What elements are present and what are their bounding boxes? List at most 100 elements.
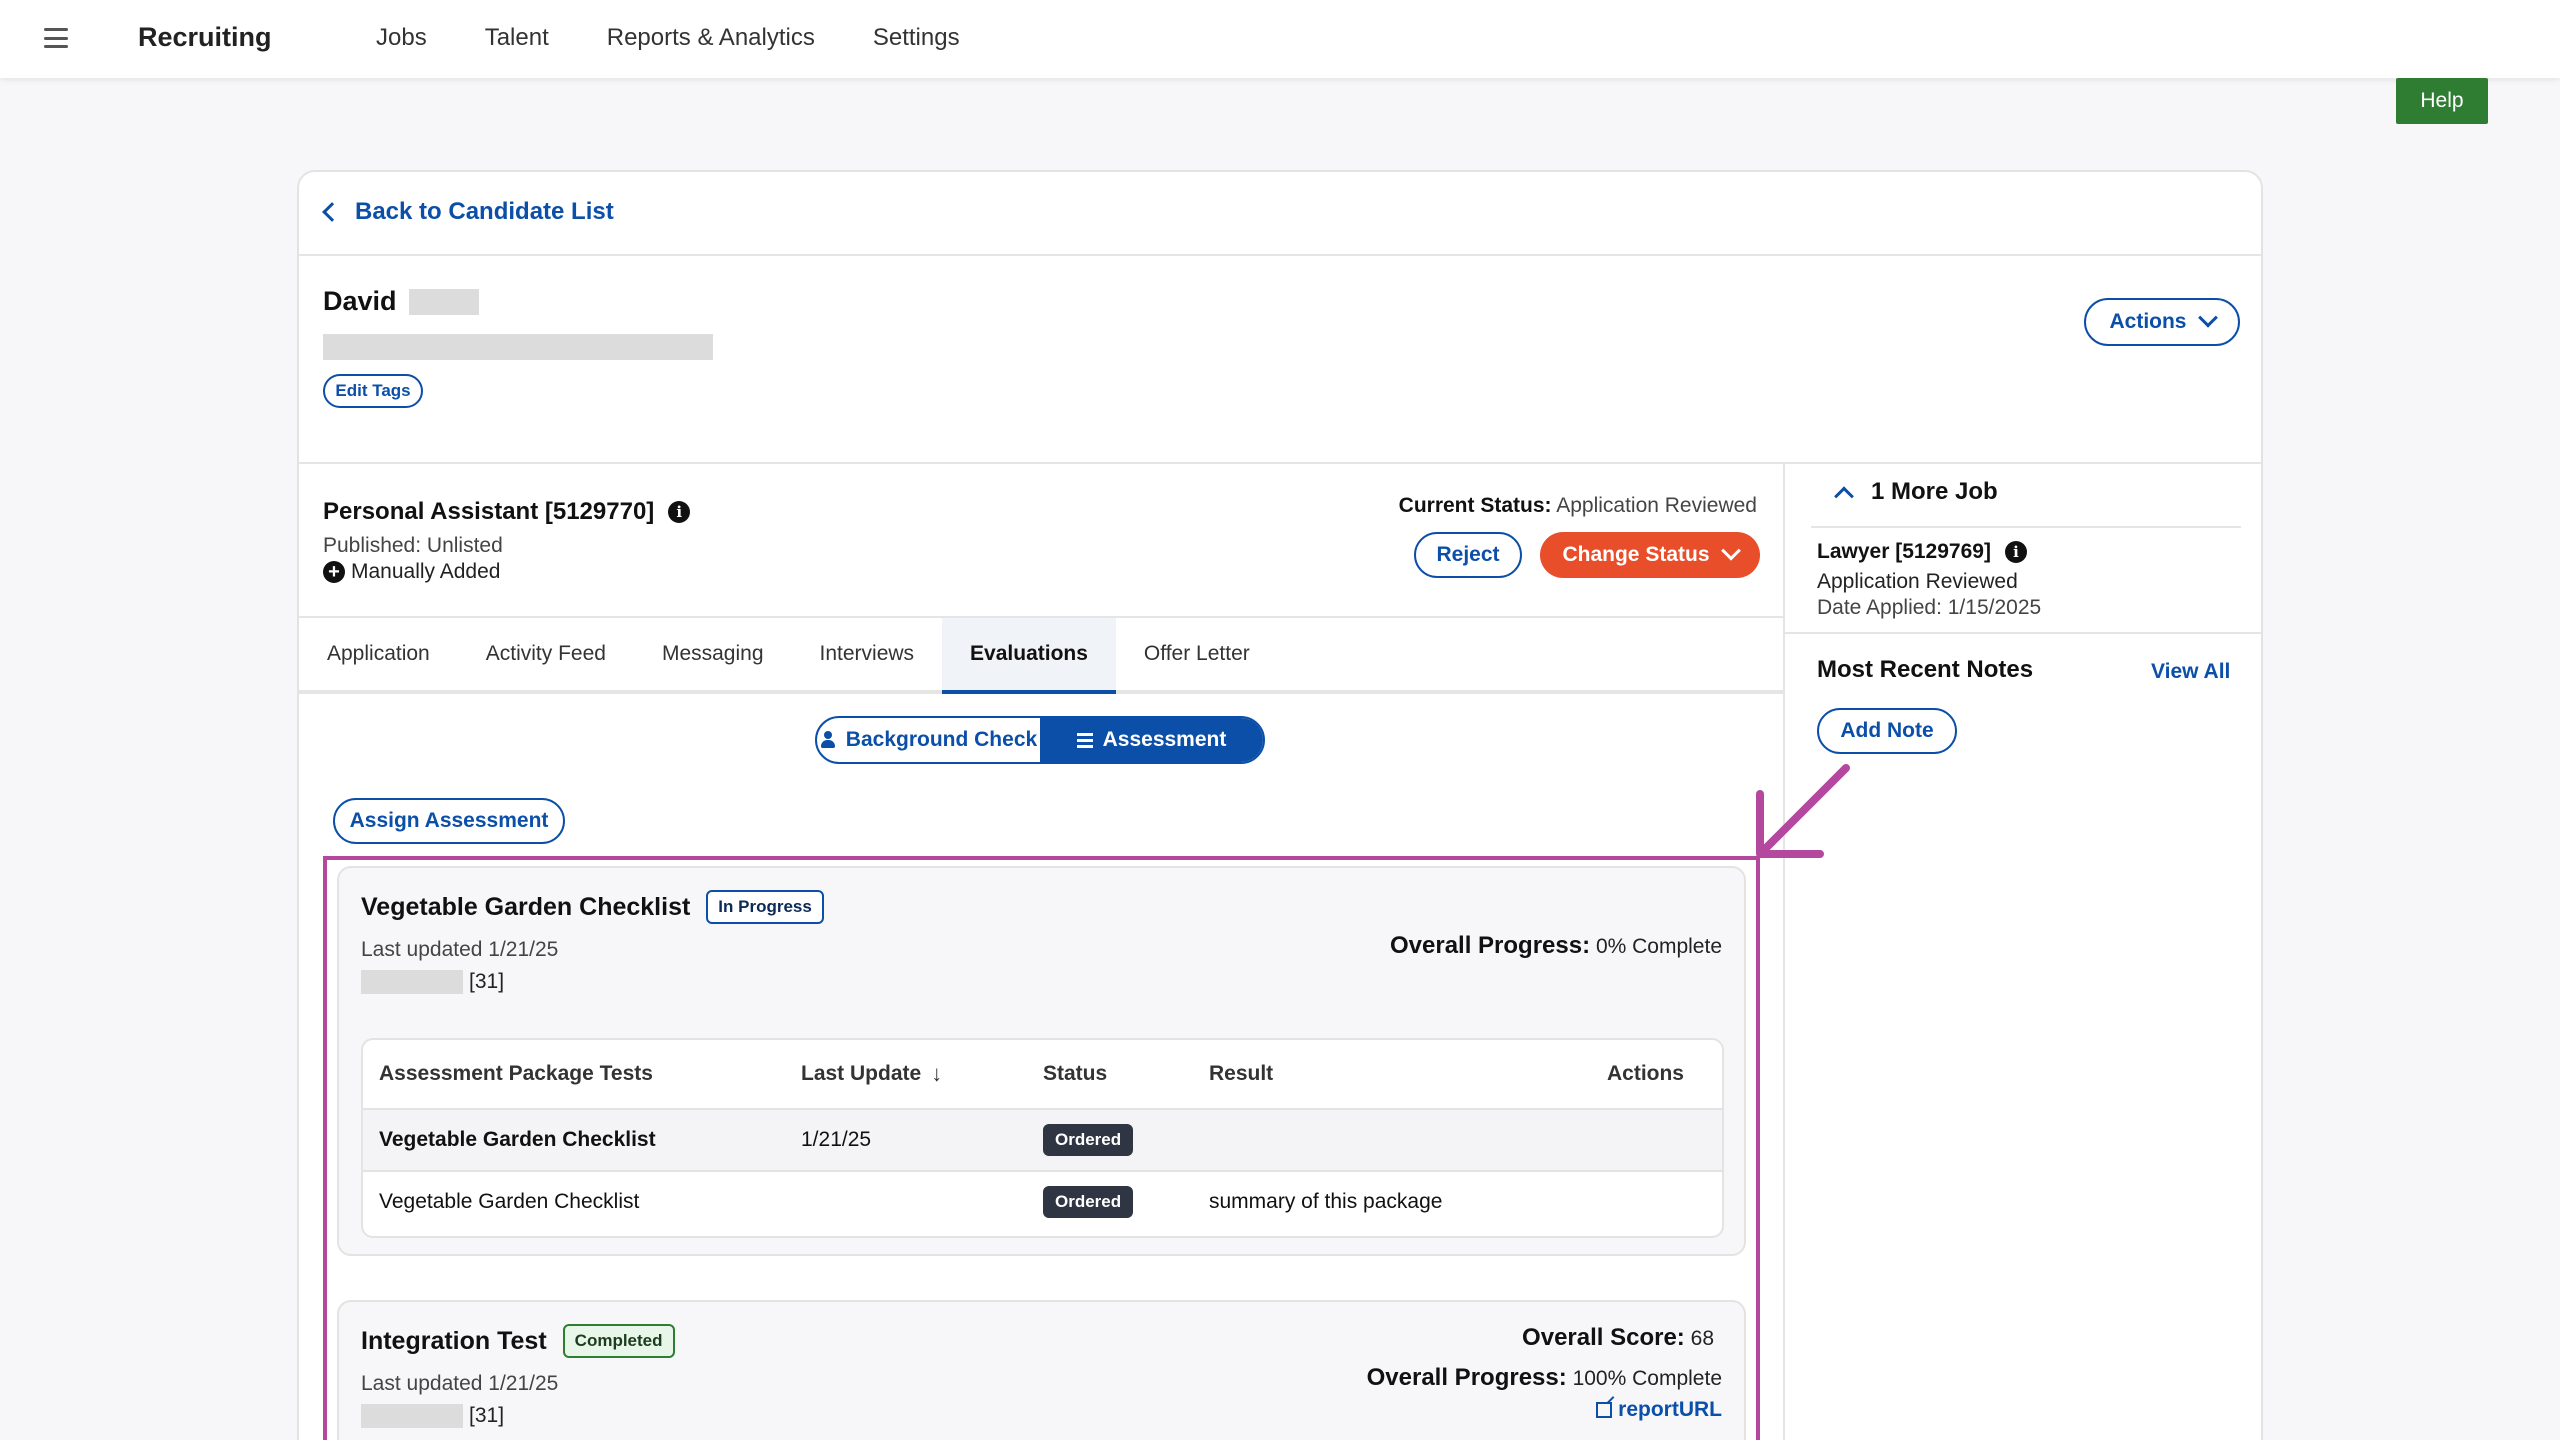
table-row[interactable]: Vegetable Garden Checklist Ordered summa… <box>363 1170 1722 1232</box>
actions-dropdown-button[interactable]: Actions <box>2084 298 2240 346</box>
current-status: Current Status: Application Reviewed <box>1399 494 1757 518</box>
other-job-title-text: Lawyer [5129769] <box>1817 540 1991 563</box>
sidebar-divider <box>1785 632 2261 634</box>
top-navigation-bar: Recruiting Jobs Talent Reports & Analyti… <box>0 0 2560 78</box>
info-icon[interactable]: i <box>2004 541 2027 563</box>
col-header-tests: Assessment Package Tests <box>379 1062 653 1085</box>
col-header-status: Status <box>1043 1062 1108 1085</box>
external-link-icon <box>1596 1402 1613 1418</box>
status-badge: In Progress <box>706 890 824 924</box>
sort-arrow-down-icon: ↓ <box>931 1061 943 1086</box>
main-nav: Jobs Talent Reports & Analytics Settings <box>376 24 960 52</box>
overall-score: Overall Score: 68 <box>1522 1324 1714 1352</box>
manually-added-label: Manually Added <box>351 560 501 583</box>
last-updated: Last updated 1/21/25 <box>361 938 559 961</box>
overall-progress-value: 0% Complete <box>1595 935 1722 958</box>
candidate-tabs: Application Activity Feed Messaging Inte… <box>299 618 1783 694</box>
assign-assessment-button[interactable]: Assign Assessment <box>333 798 565 844</box>
plus-circle-icon: + <box>323 561 345 583</box>
other-job-status: Application Reviewed <box>1817 570 2018 593</box>
more-jobs-toggle[interactable]: 1 More Job <box>1834 478 1998 507</box>
test-result: summary of this package <box>1209 1190 1443 1213</box>
overall-progress-label: Overall Progress: <box>1366 1364 1567 1391</box>
change-status-label: Change Status <box>1562 543 1710 566</box>
assessment-title: Vegetable Garden Checklist In Progress <box>361 890 824 924</box>
header-divider <box>299 462 2261 464</box>
tab-interviews[interactable]: Interviews <box>792 618 943 690</box>
annotation-arrow-icon <box>1756 764 1850 858</box>
col-header-result: Result <box>1209 1062 1274 1085</box>
sidebar-divider <box>1811 526 2241 528</box>
assessment-title: Integration Test Completed <box>361 1324 675 1358</box>
chevron-down-icon <box>1720 540 1741 561</box>
report-url-link[interactable]: reportURL <box>1596 1398 1722 1422</box>
table-row[interactable]: Vegetable Garden Checklist 1/21/25 Order… <box>363 1108 1722 1170</box>
chevron-left-icon <box>322 202 342 222</box>
nav-reports-analytics[interactable]: Reports & Analytics <box>607 24 815 52</box>
assessments-highlight-box: Vegetable Garden Checklist In Progress L… <box>323 856 1760 1440</box>
view-all-notes-link[interactable]: View All <box>2151 660 2230 684</box>
overall-score-value: 68 <box>1690 1327 1714 1350</box>
tab-messaging[interactable]: Messaging <box>634 618 792 690</box>
status-badge: Ordered <box>1043 1186 1134 1218</box>
reject-button[interactable]: Reject <box>1414 532 1522 578</box>
last-updated: Last updated 1/21/25 <box>361 1372 559 1395</box>
tab-offer-letter[interactable]: Offer Letter <box>1116 618 1278 690</box>
job-title-text: Personal Assistant [5129770] <box>323 498 655 525</box>
background-check-label: Background Check <box>845 728 1038 751</box>
assessment-label: Assessment <box>1102 728 1227 751</box>
overall-progress: Overall Progress: 0% Complete <box>1390 932 1722 960</box>
list-icon <box>1076 732 1093 748</box>
assessment-panel-vegetable-garden: Vegetable Garden Checklist In Progress L… <box>337 866 1746 1256</box>
test-name: Vegetable Garden Checklist <box>379 1190 640 1213</box>
owner-suffix: [31] <box>469 1404 505 1427</box>
back-row: Back to Candidate List <box>299 172 2261 256</box>
overall-score-label: Overall Score: <box>1522 1324 1685 1351</box>
status-badge: Completed <box>562 1324 675 1358</box>
current-status-label: Current Status: <box>1398 494 1552 517</box>
chevron-up-icon <box>1834 486 1854 507</box>
current-status-value: Application Reviewed <box>1556 494 1757 517</box>
other-job-title[interactable]: Lawyer [5129769] i <box>1817 540 2027 564</box>
table-header-row: Assessment Package Tests Last Update ↓ S… <box>363 1040 1722 1108</box>
help-button[interactable]: Help <box>2396 78 2488 124</box>
back-link-label: Back to Candidate List <box>355 198 614 225</box>
background-check-toggle[interactable]: Background Check <box>817 718 1040 762</box>
status-badge: Ordered <box>1043 1124 1134 1156</box>
more-job-label: 1 More Job <box>1871 478 1998 505</box>
redacted-owner-name <box>361 1404 463 1428</box>
info-icon[interactable]: i <box>668 501 691 523</box>
change-status-button[interactable]: Change Status <box>1540 532 1760 578</box>
add-note-button[interactable]: Add Note <box>1817 708 1957 754</box>
assessment-title-text: Vegetable Garden Checklist <box>361 892 691 921</box>
job-title: Personal Assistant [5129770] i <box>323 498 691 526</box>
job-published: Published: Unlisted <box>323 534 503 557</box>
other-job-date: Date Applied: 1/15/2025 <box>1817 596 2042 619</box>
actions-label: Actions <box>2109 310 2187 333</box>
edit-tags-button[interactable]: Edit Tags <box>323 374 423 408</box>
tab-application[interactable]: Application <box>299 618 458 690</box>
column-divider <box>1783 462 1785 1440</box>
last-update-label: Last Update <box>801 1062 922 1085</box>
col-header-actions: Actions <box>1606 1062 1684 1085</box>
assessment-tests-table: Assessment Package Tests Last Update ↓ S… <box>361 1038 1724 1238</box>
app-brand[interactable]: Recruiting <box>138 22 272 53</box>
hamburger-menu-icon[interactable] <box>44 28 68 48</box>
nav-talent[interactable]: Talent <box>485 24 549 52</box>
tab-evaluations[interactable]: Evaluations <box>942 618 1116 694</box>
assessment-title-text: Integration Test <box>361 1326 547 1355</box>
chevron-down-icon <box>2197 307 2218 328</box>
evaluation-type-toggle: Background Check Assessment <box>815 716 1265 764</box>
nav-jobs[interactable]: Jobs <box>376 24 427 52</box>
nav-settings[interactable]: Settings <box>873 24 960 52</box>
notes-title: Most Recent Notes <box>1817 656 2034 683</box>
person-icon <box>820 731 836 749</box>
col-header-last-update[interactable]: Last Update ↓ <box>801 1061 942 1087</box>
assessment-toggle[interactable]: Assessment <box>1040 718 1263 762</box>
test-name: Vegetable Garden Checklist <box>379 1128 656 1151</box>
back-to-candidate-list-link[interactable]: Back to Candidate List <box>322 198 614 226</box>
assessment-panel-integration-test: Integration Test Completed Last updated … <box>337 1300 1746 1440</box>
redacted-last-name <box>408 288 479 315</box>
tab-activity-feed[interactable]: Activity Feed <box>458 618 634 690</box>
overall-progress-value: 100% Complete <box>1572 1367 1722 1390</box>
